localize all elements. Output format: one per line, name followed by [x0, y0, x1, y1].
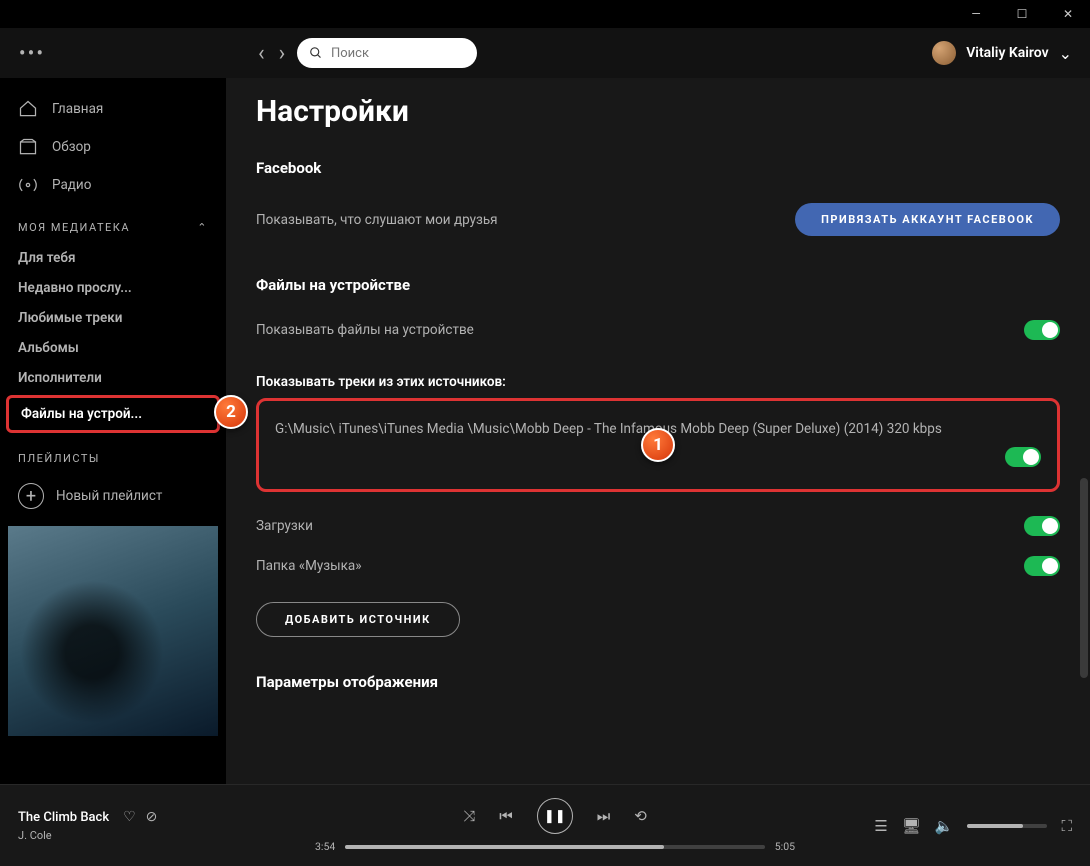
player-bar: The Climb Back ♡ ⊘ J. Cole ⤨ ⏮ ❚❚ ⏭ ⟲ 3:…	[0, 784, 1090, 866]
ban-icon[interactable]: ⊘	[146, 809, 158, 825]
sidebar-item-label: Обзор	[52, 139, 91, 155]
lib-recent[interactable]: Недавно прослу...	[0, 273, 226, 303]
sidebar-browse[interactable]: Обзор	[0, 128, 226, 166]
search-icon	[309, 45, 323, 61]
settings-content: Настройки Facebook Показывать, что слуша…	[226, 78, 1090, 784]
browse-icon	[18, 137, 38, 157]
user-menu[interactable]: Vitaliy Kairov ⌄	[932, 41, 1072, 65]
facebook-text: Показывать, что слушают мои друзья	[256, 212, 498, 228]
chevron-up-icon[interactable]: ⌃	[197, 221, 208, 234]
user-name: Vitaliy Kairov	[966, 45, 1048, 61]
search-box[interactable]	[297, 38, 477, 68]
add-source-button[interactable]: ДОБАВИТЬ ИСТОЧНИК	[256, 602, 460, 637]
shuffle-icon[interactable]: ⤨	[463, 807, 475, 825]
source-folder-box: G:\Music\ iTunes\iTunes Media \Music\Mob…	[256, 398, 1060, 492]
annotation-marker-1: 1	[641, 428, 675, 462]
fullscreen-icon[interactable]: ⛶	[1061, 817, 1072, 835]
sidebar-home[interactable]: Главная	[0, 90, 226, 128]
lib-albums[interactable]: Альбомы	[0, 333, 226, 363]
sidebar-radio[interactable]: Радио	[0, 166, 226, 204]
titlebar: — ☐ ✕	[0, 0, 1090, 28]
sidebar-item-label: Радио	[52, 177, 91, 193]
lib-liked[interactable]: Любимые треки	[0, 303, 226, 333]
play-pause-button[interactable]: ❚❚	[537, 798, 573, 834]
queue-icon[interactable]: ☰	[874, 817, 887, 835]
progress-bar[interactable]	[345, 845, 765, 849]
repeat-icon[interactable]: ⟲	[634, 807, 647, 825]
local-files-heading: Файлы на устройстве	[256, 276, 1060, 294]
plus-icon: +	[18, 483, 44, 509]
library-header: МОЯ МЕДИАТЕКА ⌃	[0, 212, 226, 243]
downloads-toggle[interactable]	[1024, 516, 1060, 536]
playlists-header: ПЛЕЙЛИСТЫ	[0, 443, 226, 474]
page-title: Настройки	[256, 94, 1060, 129]
display-heading: Параметры отображения	[256, 673, 1060, 691]
devices-icon[interactable]: 🖥	[902, 817, 921, 835]
annotation-marker-2: 2	[214, 395, 248, 429]
sources-label: Показывать треки из этих источников:	[256, 374, 1060, 390]
scrollbar[interactable]	[1080, 478, 1088, 678]
top-bar: ••• ‹ › Vitaliy Kairov ⌄	[0, 28, 1090, 78]
music-folder-toggle[interactable]	[1024, 556, 1060, 576]
elapsed-time: 3:54	[315, 840, 335, 853]
nav-forward-icon[interactable]: ›	[279, 41, 286, 66]
minimize-button[interactable]: —	[962, 0, 990, 28]
search-input[interactable]	[331, 46, 465, 61]
avatar	[932, 41, 956, 65]
music-folder-text: Папка «Музыка»	[256, 558, 362, 574]
track-title[interactable]: The Climb Back	[18, 810, 109, 825]
new-playlist-button[interactable]: + Новый плейлист	[0, 474, 226, 518]
lib-local-files[interactable]: Файлы на устрой...	[6, 395, 220, 433]
facebook-heading: Facebook	[256, 159, 1060, 177]
volume-icon[interactable]: 🔈	[935, 817, 954, 835]
home-icon	[18, 99, 38, 119]
menu-dots-icon[interactable]: •••	[18, 39, 46, 67]
radio-icon	[18, 175, 38, 195]
lib-for-you[interactable]: Для тебя	[0, 243, 226, 273]
heart-icon[interactable]: ♡	[123, 809, 136, 825]
close-button[interactable]: ✕	[1054, 0, 1082, 28]
total-time: 5:05	[775, 840, 795, 853]
nav-back-icon[interactable]: ‹	[258, 41, 265, 66]
prev-track-icon[interactable]: ⏮	[499, 807, 513, 825]
lib-artists[interactable]: Исполнители	[0, 363, 226, 393]
track-artist[interactable]: J. Cole	[18, 829, 278, 842]
show-local-text: Показывать файлы на устройстве	[256, 322, 474, 338]
link-facebook-button[interactable]: ПРИВЯЗАТЬ АККАУНТ FACEBOOK	[795, 203, 1060, 236]
maximize-button[interactable]: ☐	[1008, 0, 1036, 28]
show-local-toggle[interactable]	[1024, 320, 1060, 340]
source-toggle[interactable]	[1005, 447, 1041, 467]
new-playlist-label: Новый плейлист	[56, 488, 162, 504]
chevron-down-icon: ⌄	[1059, 44, 1072, 63]
volume-bar[interactable]	[967, 824, 1047, 828]
sidebar-item-label: Главная	[52, 101, 103, 117]
sidebar: Главная Обзор Радио МОЯ МЕДИАТЕКА ⌃ Для …	[0, 78, 226, 784]
downloads-text: Загрузки	[256, 518, 313, 534]
now-playing-art[interactable]	[8, 526, 218, 736]
next-track-icon[interactable]: ⏭	[597, 807, 611, 825]
